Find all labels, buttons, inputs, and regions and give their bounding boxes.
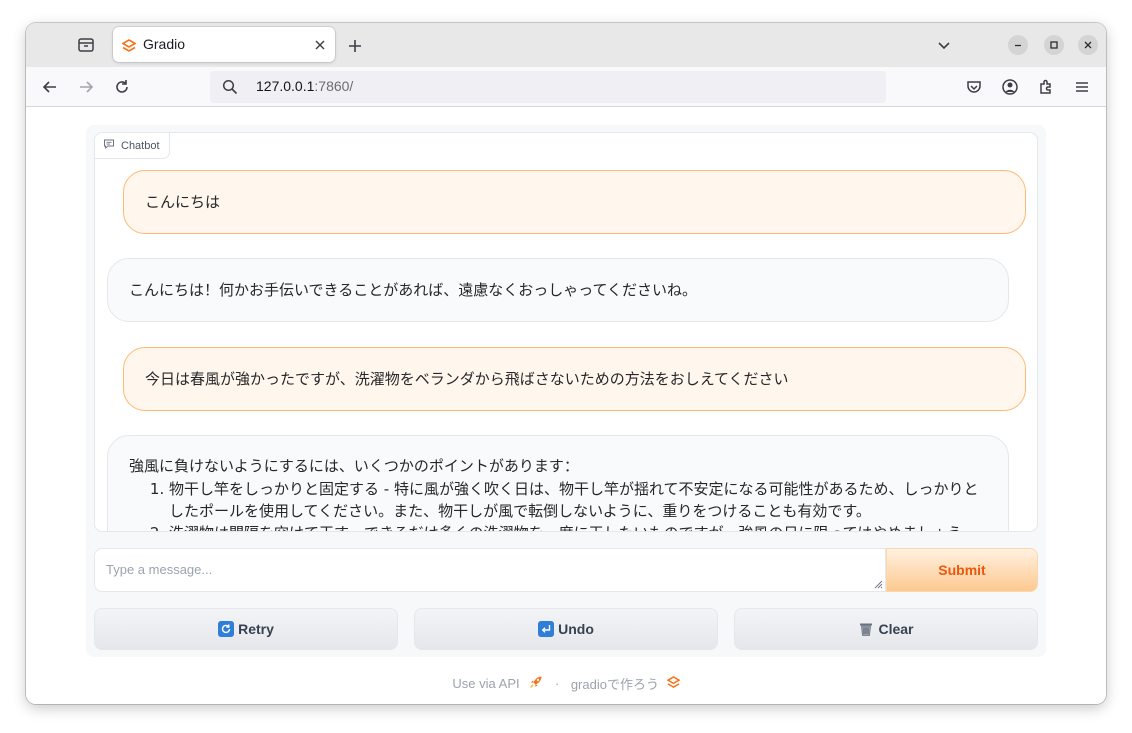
chat-panel: Chatbot こんにちは こんにちは！何かお手伝いできることがあれば、遠慮なく… xyxy=(86,125,1046,657)
tab-title: Gradio xyxy=(143,36,186,52)
retry-label: Retry xyxy=(238,621,274,637)
maximize-icon[interactable] xyxy=(1044,35,1064,55)
bot-message-text: こんにちは！何かお手伝いできることがあれば、遠慮なくおっしゃってくださいね。 xyxy=(129,281,698,299)
retry-button[interactable]: Retry xyxy=(94,608,398,650)
menu-icon[interactable] xyxy=(1072,77,1092,97)
list-item: 物干し竿をしっかりと固定する - 特に風が強く吹く日は、物干し竿が揺れて不安定に… xyxy=(169,478,987,522)
tab-strip: Gradio xyxy=(26,23,1106,67)
list-item: 洗濯物は間隔を空けて干す - できるだけ多くの洗濯物を一度に干したいものですが、… xyxy=(169,522,987,531)
undo-icon xyxy=(538,621,555,637)
gradio-page: Chatbot こんにちは こんにちは！何かお手伝いできることがあれば、遠慮なく… xyxy=(26,108,1106,704)
chatbot[interactable]: Chatbot こんにちは こんにちは！何かお手伝いできることがあれば、遠慮なく… xyxy=(94,132,1038,532)
built-with-gradio-link[interactable]: gradioで作ろう xyxy=(571,677,659,692)
message-input-row: Type a message... Submit xyxy=(94,548,1038,592)
navigation-bar: 127.0.0.1:7860/ xyxy=(26,67,1106,107)
browser-window: Gradio 127.0.0.1:7860/ Chatbot こんにちは こんに… xyxy=(26,23,1106,704)
footer-separator: · xyxy=(554,676,560,691)
bot-message-intro: 強風に負けないようにするには、いくつかのポイントがあります： xyxy=(129,457,579,475)
resize-handle-icon[interactable] xyxy=(874,580,883,589)
undo-label: Undo xyxy=(558,621,594,637)
gradio-logo-icon xyxy=(666,675,681,692)
tab-overview-icon[interactable] xyxy=(76,35,96,55)
pocket-icon[interactable] xyxy=(964,77,984,97)
undo-button[interactable]: Undo xyxy=(414,608,718,650)
bot-message: こんにちは！何かお手伝いできることがあれば、遠慮なくおっしゃってくださいね。 xyxy=(107,258,1009,322)
chatbot-label: Chatbot xyxy=(95,133,170,159)
user-message-text: 今日は春風が強かったですが、洗濯物をベランダから飛ばさないための方法をおしえてく… xyxy=(145,370,789,388)
address-bar[interactable]: 127.0.0.1:7860/ xyxy=(210,71,886,103)
minimize-icon[interactable] xyxy=(1008,35,1028,55)
extensions-icon[interactable] xyxy=(1036,77,1056,97)
submit-button[interactable]: Submit xyxy=(886,548,1038,592)
rocket-icon xyxy=(529,675,543,692)
url-text: 127.0.0.1:7860/ xyxy=(256,78,354,94)
message-input-placeholder: Type a message... xyxy=(106,562,213,577)
message-input[interactable]: Type a message... xyxy=(94,548,886,592)
account-icon[interactable] xyxy=(1000,77,1020,97)
new-tab-icon[interactable] xyxy=(345,36,365,56)
clear-button[interactable]: Clear xyxy=(734,608,1038,650)
user-message-text: こんにちは xyxy=(145,193,221,211)
list-all-tabs-icon[interactable] xyxy=(936,37,952,53)
reload-icon[interactable] xyxy=(112,77,132,97)
clear-label: Clear xyxy=(878,621,914,637)
bot-message: 強風に負けないようにするには、いくつかのポイントがあります： 物干し竿をしっかり… xyxy=(107,435,1009,531)
tab-gradio[interactable]: Gradio xyxy=(113,27,335,62)
trash-icon xyxy=(858,621,874,637)
chat-bubble-icon xyxy=(103,138,115,153)
footer: Use via API · gradioで作ろう xyxy=(26,674,1106,693)
user-message: こんにちは xyxy=(123,170,1026,234)
search-icon xyxy=(222,79,238,99)
close-window-icon[interactable] xyxy=(1078,35,1098,55)
back-icon[interactable] xyxy=(40,77,60,97)
retry-icon xyxy=(218,621,235,637)
gradio-logo-icon xyxy=(121,38,137,52)
use-via-api-link[interactable]: Use via API xyxy=(452,676,519,691)
close-tab-icon[interactable] xyxy=(313,37,327,51)
bot-message-list: 物干し竿をしっかりと固定する - 特に風が強く吹く日は、物干し竿が揺れて不安定に… xyxy=(129,478,987,531)
forward-icon[interactable] xyxy=(76,77,96,97)
user-message: 今日は春風が強かったですが、洗濯物をベランダから飛ばさないための方法をおしえてく… xyxy=(123,347,1026,411)
chatbot-label-text: Chatbot xyxy=(121,139,160,152)
